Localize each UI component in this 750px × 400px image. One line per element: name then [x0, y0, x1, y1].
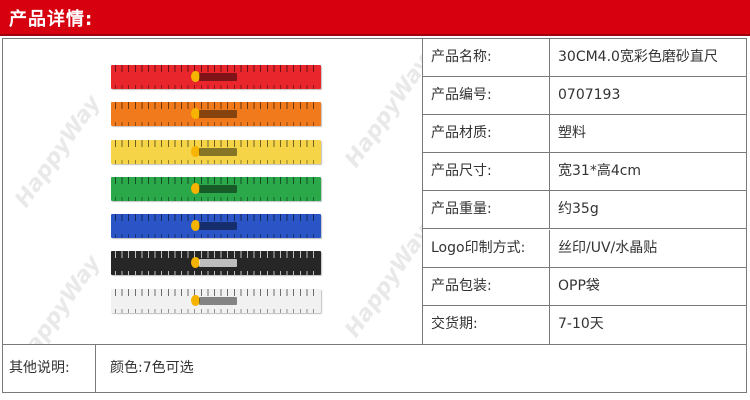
spec-row: Logo印制方式: 丝印/UV/水晶贴 — [423, 229, 746, 268]
spec-row: 产品尺寸: 宽31*高4cm — [423, 153, 746, 192]
spec-row: 产品编号: 0707193 — [423, 77, 746, 116]
ruler-5 — [111, 214, 321, 239]
section-header: 产品详情: — [0, 0, 750, 36]
spec-label: 产品名称: — [423, 39, 550, 76]
ruler-7 — [111, 288, 321, 313]
watermark: HappyWay — [340, 50, 423, 173]
product-image: HappyWay HappyWay HappyWay HappyWay — [3, 39, 423, 344]
watermark: HappyWay — [10, 90, 106, 213]
spec-row: 产品重量: 约35g — [423, 191, 746, 230]
watermark: HappyWay — [10, 250, 106, 344]
spec-row: 产品名称: 30CM4.0宽彩色磨砂直尺 — [423, 39, 746, 77]
notes-label: 其他说明: — [3, 345, 96, 392]
spec-value: 宽31*高4cm — [558, 163, 642, 180]
spec-row: 产品材质: 塑料 — [423, 115, 746, 154]
ruler-2 — [111, 102, 321, 127]
ruler-stack — [111, 65, 325, 326]
spec-label: 产品包装: — [423, 267, 550, 305]
spec-value: 30CM4.0宽彩色磨砂直尺 — [558, 49, 718, 65]
spec-value: 丝印/UV/水晶贴 — [558, 239, 658, 256]
notes-value: 颜色:7色可选 — [110, 360, 194, 376]
spec-label: 产品编号: — [423, 77, 550, 115]
notes-row: 其他说明: 颜色:7色可选 — [3, 344, 746, 392]
ruler-3 — [111, 139, 321, 164]
ruler-1 — [111, 65, 321, 89]
spec-label: 产品尺寸: — [423, 153, 550, 191]
spec-label: 产品材质: — [423, 115, 550, 153]
spec-label: Logo印制方式: — [423, 229, 550, 267]
spec-list: 产品名称: 30CM4.0宽彩色磨砂直尺 产品编号: 0707193 产品材质: 塑料 产品… — [423, 39, 746, 344]
spec-row: 交货期: 7-10天 — [423, 305, 746, 344]
ruler-4 — [111, 176, 321, 201]
spec-value: 7-10天 — [558, 315, 604, 332]
spec-value: 约35g — [558, 201, 599, 218]
spec-value: 塑料 — [558, 125, 586, 142]
spec-value: 0707193 — [558, 87, 621, 104]
spec-label: 交货期: — [423, 305, 550, 344]
product-details-table: HappyWay HappyWay HappyWay HappyWay 产品名称… — [2, 38, 747, 393]
ruler-6 — [111, 251, 321, 276]
watermark: HappyWay — [340, 220, 423, 343]
spec-row: 产品包装: OPP袋 — [423, 267, 746, 306]
spec-label: 产品重量: — [423, 191, 550, 229]
spec-value: OPP袋 — [558, 277, 600, 294]
section-title: 产品详情: — [9, 9, 94, 30]
